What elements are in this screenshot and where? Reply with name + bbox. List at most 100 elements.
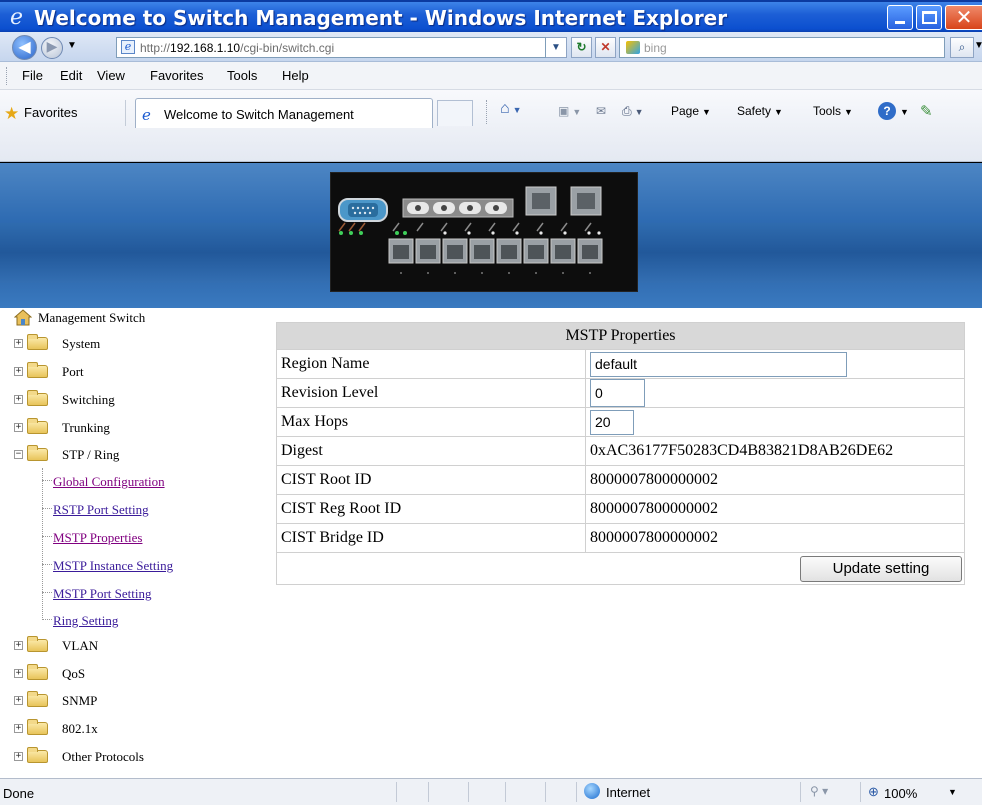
forward-button[interactable]: ▶ — [41, 37, 63, 59]
folder-icon — [27, 719, 48, 735]
menu-bar: File Edit View Favorites Tools Help — [0, 62, 982, 90]
page-menu[interactable]: Page ▼ — [671, 104, 711, 118]
folder-icon — [27, 362, 48, 378]
zoom-dropdown-icon[interactable]: ▼ — [948, 787, 957, 797]
expand-icon[interactable]: + — [14, 395, 23, 404]
expand-icon[interactable]: + — [14, 367, 23, 376]
mail-icon[interactable]: ✉ — [596, 104, 606, 118]
research-icon[interactable]: ✎ — [920, 102, 933, 120]
divider — [125, 100, 126, 126]
page-icon: e — [142, 106, 151, 124]
tree-folder-label: Trunking — [62, 420, 110, 435]
tree-connector — [42, 508, 52, 509]
cist-root-id-value: 8000007800000002 — [585, 465, 965, 495]
favorites-button[interactable]: Favorites — [24, 105, 77, 120]
favorites-bar: ★ Favorites e Welcome to Switch Manageme… — [0, 90, 982, 162]
tree-folder-label: STP / Ring — [62, 447, 120, 462]
back-button[interactable]: ◀ — [12, 35, 37, 60]
table-row: Digest 0xAC36177F50283CD4B83821D8AB26DE6… — [276, 436, 965, 466]
table-row: CIST Reg Root ID 8000007800000002 — [276, 494, 965, 524]
expand-icon[interactable]: + — [14, 641, 23, 650]
menu-favorites[interactable]: Favorites — [150, 68, 203, 83]
link-mstp-port-setting[interactable]: MSTP Port Setting — [53, 586, 151, 602]
tab-title: Welcome to Switch Management — [164, 107, 354, 122]
divider — [576, 782, 577, 802]
revision-level-input[interactable] — [590, 379, 645, 407]
expand-icon[interactable]: + — [14, 339, 23, 348]
new-tab-button[interactable] — [437, 100, 473, 126]
update-setting-button[interactable]: Update setting — [800, 555, 962, 582]
table-row: CIST Bridge ID 8000007800000002 — [276, 523, 965, 553]
address-dropdown-icon[interactable]: ▼ — [546, 37, 567, 58]
tree-connector — [42, 468, 43, 620]
region-name-input[interactable] — [590, 351, 847, 377]
divider — [800, 782, 801, 802]
link-global-configuration[interactable]: Global Configuration — [53, 474, 165, 490]
address-input[interactable]: e http://192.168.1.10/cgi-bin/switch.cgi — [116, 37, 546, 58]
tools-menu[interactable]: Tools ▼ — [813, 104, 853, 118]
menu-file[interactable]: File — [22, 68, 43, 83]
menu-view[interactable]: View — [97, 68, 125, 83]
stop-button[interactable]: ✕ — [595, 37, 616, 58]
folder-icon — [27, 418, 48, 434]
tree-connector — [42, 592, 52, 593]
max-hops-input[interactable] — [590, 409, 634, 435]
search-options-dropdown-icon[interactable]: ▼ — [974, 40, 982, 51]
max-hops-label: Max Hops — [276, 407, 586, 437]
security-zone[interactable]: Internet — [606, 785, 650, 800]
toolbar-grip — [486, 100, 487, 124]
expand-icon[interactable]: + — [14, 669, 23, 678]
link-mstp-instance-setting[interactable]: MSTP Instance Setting — [53, 558, 173, 574]
help-dropdown-icon[interactable]: ▼ — [897, 104, 909, 118]
cist-reg-root-id-value: 8000007800000002 — [585, 494, 965, 524]
zoom-icon[interactable]: ⊕ — [868, 784, 879, 800]
search-icon[interactable]: ⌕ — [950, 37, 974, 58]
expand-icon[interactable]: + — [14, 724, 23, 733]
maximize-icon — [922, 11, 937, 24]
tree-root-label: Management Switch — [38, 310, 146, 325]
address-url: http://192.168.1.10/cgi-bin/switch.cgi — [140, 41, 335, 55]
folder-icon — [27, 691, 48, 707]
tree-connector — [42, 480, 52, 481]
close-button[interactable]: ✕ — [945, 5, 982, 30]
table-row: Update setting — [276, 552, 965, 585]
expand-icon[interactable]: + — [14, 696, 23, 705]
collapse-icon[interactable]: − — [14, 450, 23, 459]
tree-folder-label: VLAN — [62, 638, 99, 653]
search-input[interactable]: bing — [619, 37, 945, 58]
maximize-button[interactable] — [916, 5, 942, 30]
link-rstp-port-setting[interactable]: RSTP Port Setting — [53, 502, 149, 518]
print-icon[interactable]: ⎙ ▼ — [622, 104, 644, 119]
table-row: Revision Level — [276, 378, 965, 408]
header-banner — [0, 163, 982, 308]
expand-icon[interactable]: + — [14, 752, 23, 761]
home-icon[interactable]: ⌂ ▼ — [500, 100, 522, 118]
refresh-button[interactable]: ↻ — [571, 37, 592, 58]
digest-label: Digest — [276, 436, 586, 466]
page-icon: e — [121, 40, 135, 54]
close-icon: ✕ — [955, 5, 973, 29]
tab-switch-management[interactable]: e Welcome to Switch Management — [135, 98, 433, 128]
table-header: MSTP Properties — [276, 322, 965, 350]
cist-bridge-id-value: 8000007800000002 — [585, 523, 965, 553]
menu-tools[interactable]: Tools — [227, 68, 257, 83]
minimize-icon — [895, 21, 905, 24]
zoom-level[interactable]: 100% — [884, 786, 917, 801]
favorites-star-icon[interactable]: ★ — [4, 104, 19, 124]
protected-mode-icon[interactable]: ⚲ ▾ — [810, 784, 828, 798]
safety-menu[interactable]: Safety ▼ — [737, 104, 783, 118]
link-ring-setting[interactable]: Ring Setting — [53, 613, 118, 629]
link-mstp-properties[interactable]: MSTP Properties — [53, 530, 142, 546]
menu-edit[interactable]: Edit — [60, 68, 82, 83]
help-icon[interactable]: ? — [878, 102, 896, 120]
divider — [860, 782, 861, 802]
expand-icon[interactable]: + — [14, 423, 23, 432]
table-row: Max Hops — [276, 407, 965, 437]
tree-folder-label: Port — [62, 364, 84, 379]
recent-pages-dropdown-icon[interactable]: ▼ — [67, 40, 77, 51]
feeds-icon[interactable]: ▣ ▼ — [558, 104, 581, 118]
menu-help[interactable]: Help — [282, 68, 309, 83]
region-name-label: Region Name — [276, 349, 586, 379]
minimize-button[interactable] — [887, 5, 913, 30]
window-title-bar[interactable]: e Welcome to Switch Management - Windows… — [0, 0, 982, 32]
